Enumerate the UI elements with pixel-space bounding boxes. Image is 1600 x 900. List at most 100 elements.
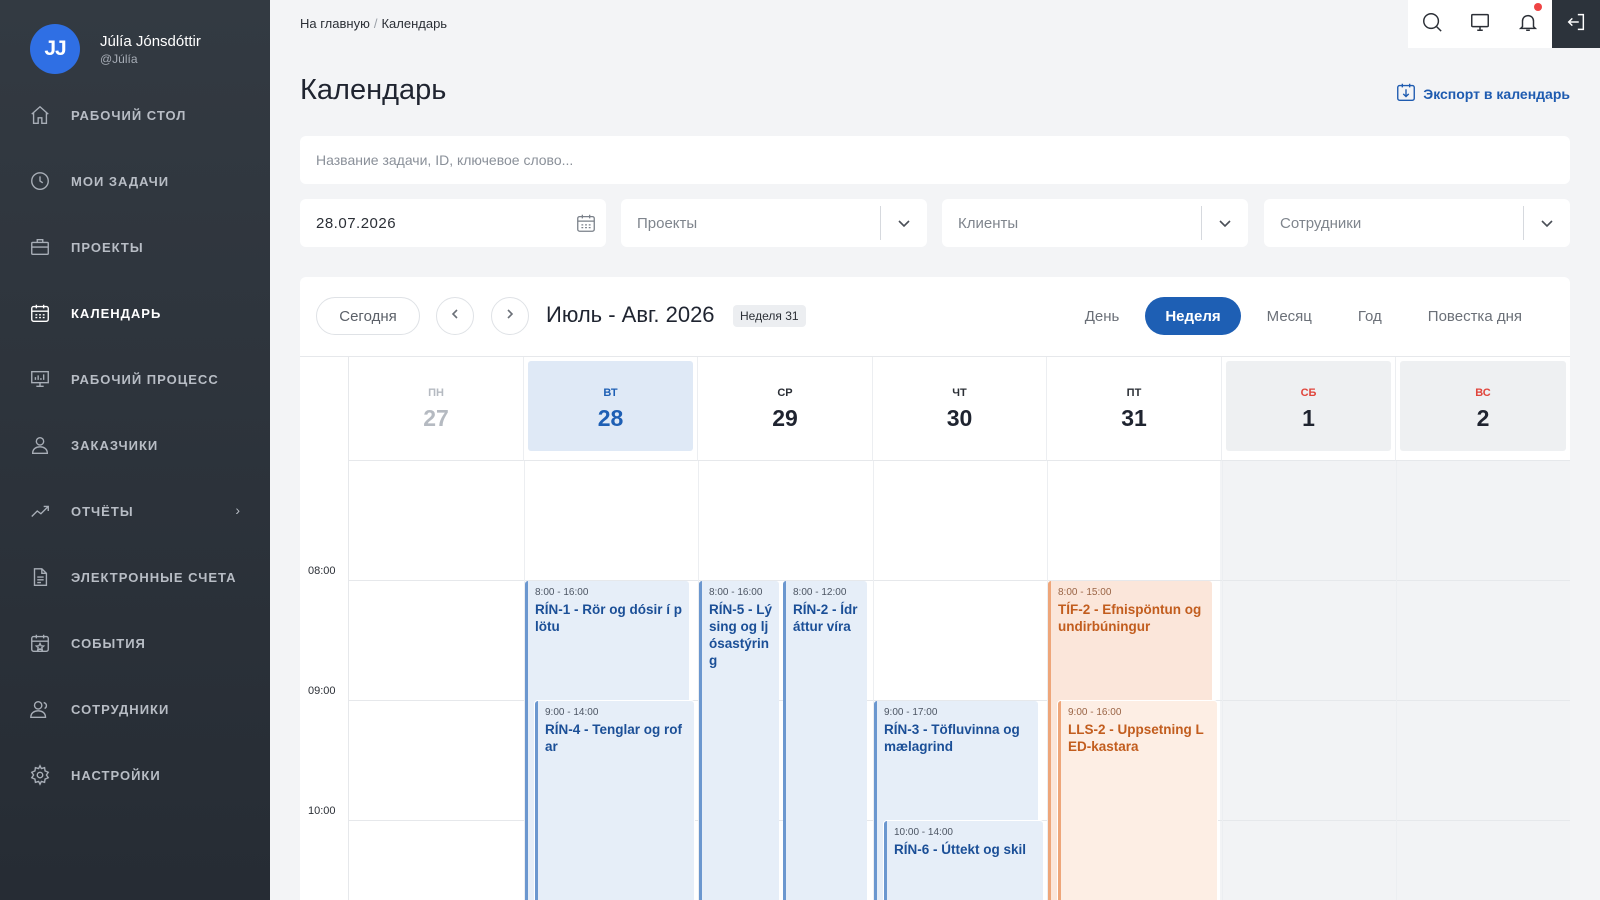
event-title: RÍN-3 - Töfluvinna og mælagrind <box>884 722 1020 754</box>
prev-week-button[interactable] <box>436 297 474 335</box>
projects-select[interactable]: Проекты <box>621 199 927 247</box>
sidebar-item-projects[interactable]: ПРОЕКТЫ <box>0 214 270 280</box>
view-agenda-button[interactable]: Повестка дня <box>1408 297 1542 335</box>
sidebar-item-employees[interactable]: СОТРУДНИКИ <box>0 676 270 742</box>
calendar-icon <box>29 302 51 324</box>
event-time: 8:00 - 15:00 <box>1058 587 1112 598</box>
avatar[interactable]: JJ <box>30 24 80 74</box>
calendar-event[interactable]: 9:00 - 14:00 RÍN-4 - Tenglar og rofar <box>535 701 694 900</box>
sidebar-item-customers[interactable]: ЗАКАЗЧИКИ <box>0 412 270 478</box>
gear-icon <box>29 764 51 786</box>
sidebar-item-workflow[interactable]: РАБОЧИЙ ПРОЦЕСС <box>0 346 270 412</box>
event-title: LLS-2 - Uppsetning LED-kastara <box>1068 722 1204 754</box>
monitor-icon <box>1469 11 1491 38</box>
today-button[interactable]: Сегодня <box>316 297 420 335</box>
clients-select-label: Клиенты <box>958 214 1019 232</box>
top-toolbar <box>1408 0 1600 48</box>
clients-select[interactable]: Клиенты <box>942 199 1248 247</box>
chevron-right-icon <box>504 307 516 325</box>
sidebar-item-my-tasks[interactable]: МОИ ЗАДАЧИ <box>0 148 270 214</box>
view-week-button[interactable]: Неделя <box>1145 297 1241 335</box>
day-header-sat[interactable]: СБ 1 <box>1222 357 1396 461</box>
sidebar-item-events[interactable]: СОБЫТИЯ <box>0 610 270 676</box>
day-number: 28 <box>597 405 624 431</box>
day-header-fri[interactable]: ПТ 31 <box>1047 357 1222 461</box>
home-icon <box>29 104 51 126</box>
calendar-event[interactable]: 8:00 - 16:00 RÍN-5 - Lýsing og ljósastýr… <box>699 581 779 900</box>
day-number: 31 <box>1121 405 1147 431</box>
sidebar-item-reports[interactable]: ОТЧЁТЫ › <box>0 478 270 544</box>
employees-select[interactable]: Сотрудники <box>1264 199 1570 247</box>
briefcase-icon <box>29 236 51 258</box>
sidebar-item-label: СОБЫТИЯ <box>71 635 146 651</box>
day-header-tue[interactable]: ВТ 28 <box>524 357 698 461</box>
event-time: 8:00 - 16:00 <box>535 587 589 598</box>
logout-button[interactable] <box>1552 0 1600 48</box>
day-number: 2 <box>1476 405 1490 431</box>
user-profile[interactable]: JJ Júlía Jónsdóttir @Júlía <box>30 24 201 74</box>
day-of-week: ВТ <box>603 387 618 399</box>
day-of-week: СР <box>777 387 793 399</box>
sidebar-item-label: ЗАКАЗЧИКИ <box>71 437 159 453</box>
next-week-button[interactable] <box>491 297 529 335</box>
employees-select-label: Сотрудники <box>1280 214 1362 232</box>
chevron-right-icon[interactable]: › <box>235 502 240 518</box>
day-of-week: ВС <box>1475 387 1491 399</box>
time-label: 10:00 <box>308 805 336 817</box>
calendar-icon[interactable] <box>566 212 606 234</box>
logout-icon <box>1565 11 1587 38</box>
sidebar-item-label: МОИ ЗАДАЧИ <box>71 173 170 189</box>
calendar-panel: Сегодня Июль - Авг. 2026 Неделя 31 День … <box>300 277 1570 900</box>
sidebar-item-label: РАБОЧИЙ СТОЛ <box>71 107 187 123</box>
calendar-event[interactable]: 8:00 - 12:00 RÍN-2 - Ídráttur víra <box>783 581 867 900</box>
breadcrumb-home-link[interactable]: На главную <box>300 16 370 31</box>
event-time: 9:00 - 14:00 <box>545 707 599 718</box>
day-number: 29 <box>772 405 798 431</box>
chevron-down-icon <box>881 216 927 230</box>
event-title: RÍN-2 - Ídráttur víra <box>793 602 858 634</box>
event-title: RÍN-5 - Lýsing og ljósastýring <box>709 602 773 668</box>
notifications-button[interactable] <box>1504 0 1552 48</box>
calendar-toolbar: Сегодня Июль - Авг. 2026 Неделя 31 День … <box>300 277 1570 357</box>
sidebar-nav: РАБОЧИЙ СТОЛ МОИ ЗАДАЧИ ПРОЕКТЫ КАЛЕНДАР… <box>0 82 270 808</box>
breadcrumb-current: Календарь <box>381 16 448 31</box>
sidebar-item-label: ЭЛЕКТРОННЫЕ СЧЕТА <box>71 569 237 585</box>
user-name: Júlía Jónsdóttir <box>100 32 201 50</box>
sidebar-item-label: НАСТРОЙКИ <box>71 767 161 783</box>
users-icon <box>29 698 51 720</box>
sidebar-item-label: ОТЧЁТЫ <box>71 503 134 519</box>
event-title: RÍN-6 - Úttekt og skil <box>894 842 1027 857</box>
event-title: TÍF-2 - Efnispöntun og undirbúningur <box>1058 602 1202 634</box>
date-filter[interactable]: 28.07.2026 <box>300 199 606 247</box>
search-input[interactable] <box>300 136 1570 184</box>
breadcrumb-separator: / <box>373 16 378 31</box>
sidebar-item-calendar[interactable]: КАЛЕНДАРЬ <box>0 280 270 346</box>
event-time: 8:00 - 16:00 <box>709 587 763 598</box>
view-year-button[interactable]: Год <box>1338 297 1402 335</box>
day-header-sun[interactable]: ВС 2 <box>1396 357 1570 461</box>
calendar-event[interactable]: 9:00 - 16:00 LLS-2 - Uppsetning LED-kast… <box>1058 701 1217 900</box>
bell-icon <box>1517 11 1539 38</box>
notification-dot <box>1534 3 1542 11</box>
day-number: 1 <box>1302 405 1315 431</box>
day-header-mon[interactable]: ПН 27 <box>349 357 524 461</box>
time-label: 09:00 <box>308 685 336 697</box>
monitor-button[interactable] <box>1456 0 1504 48</box>
day-header-wed[interactable]: СР 29 <box>698 357 873 461</box>
sidebar-item-label: ПРОЕКТЫ <box>71 239 144 255</box>
sidebar-item-label: СОТРУДНИКИ <box>71 701 170 717</box>
export-calendar-button[interactable]: Экспорт в календарь <box>1395 81 1570 106</box>
day-header-thu[interactable]: ЧТ 30 <box>873 357 1047 461</box>
sidebar-item-label: КАЛЕНДАРЬ <box>71 305 162 321</box>
date-value: 28.07.2026 <box>316 214 397 232</box>
view-day-button[interactable]: День <box>1065 297 1140 335</box>
calendar-event[interactable]: 10:00 - 14:00 RÍN-6 - Úttekt og skil <box>884 821 1043 900</box>
day-divider <box>1222 461 1223 900</box>
view-month-button[interactable]: Месяц <box>1247 297 1332 335</box>
sidebar-item-settings[interactable]: НАСТРОЙКИ <box>0 742 270 808</box>
sidebar-item-dashboard[interactable]: РАБОЧИЙ СТОЛ <box>0 82 270 148</box>
search-button[interactable] <box>1408 0 1456 48</box>
sidebar-item-invoices[interactable]: ЭЛЕКТРОННЫЕ СЧЕТА <box>0 544 270 610</box>
calendar-download-icon <box>1395 81 1423 106</box>
chart-line-icon <box>29 500 51 522</box>
